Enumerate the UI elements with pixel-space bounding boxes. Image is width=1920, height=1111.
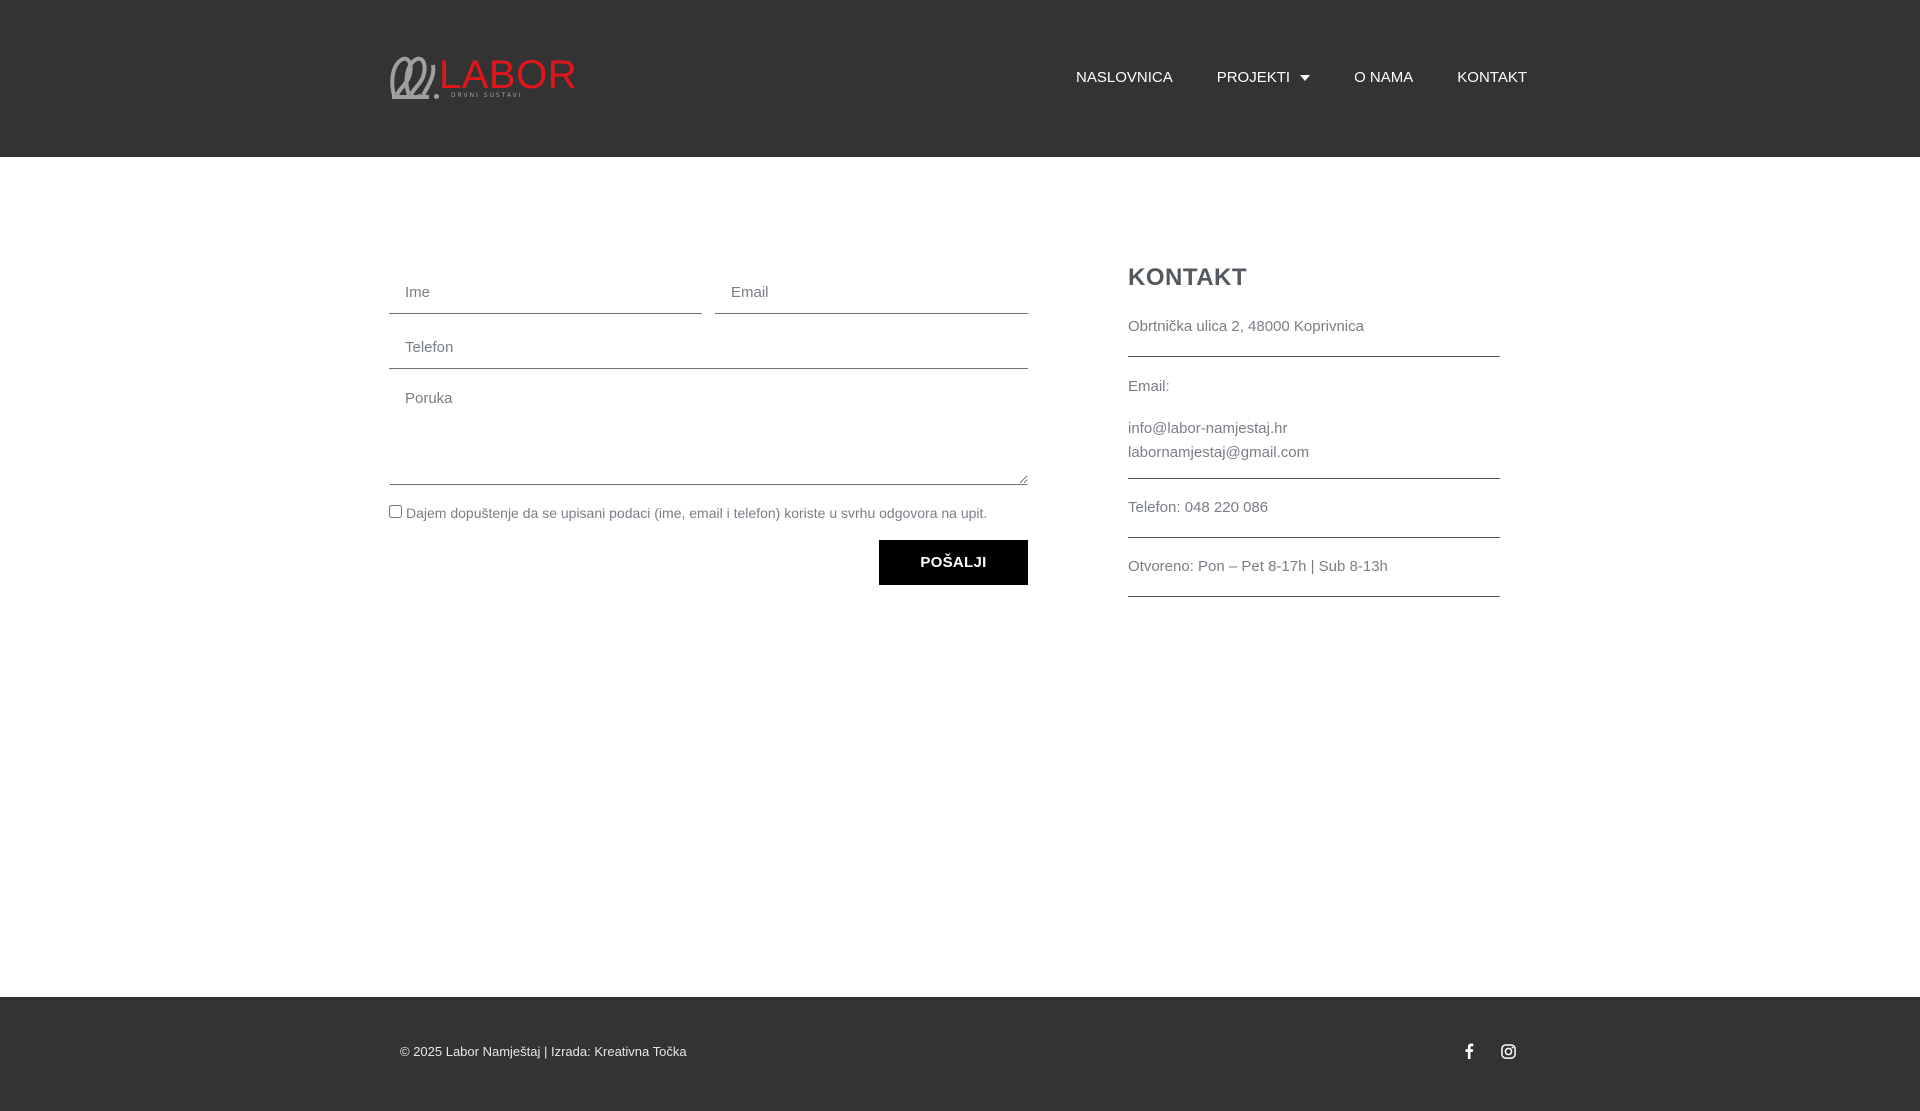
- contact-email-label: Email:: [1128, 378, 1170, 395]
- contact-address: Obrtnička ulica 2, 48000 Koprivnica: [1128, 318, 1500, 357]
- site-footer: © 2025 Labor Namještaj | Izrada: Kreativ…: [0, 997, 1920, 1111]
- submit-button[interactable]: POŠALJI: [879, 540, 1028, 585]
- message-textarea[interactable]: [389, 382, 1028, 485]
- nav-projekti[interactable]: PROJEKTI: [1216, 62, 1311, 94]
- contact-title: KONTAKT: [1128, 264, 1248, 291]
- logo-dots: [417, 94, 439, 99]
- nav-kontakt[interactable]: KONTAKT: [1457, 62, 1527, 94]
- consent-label: Dajem dopuštenje da se upisani podaci (i…: [406, 505, 988, 521]
- instagram-icon: [1500, 1043, 1516, 1059]
- consent-checkbox[interactable]: [389, 505, 402, 518]
- contact-emails: info@labor-namjestaj.hr labornamjestaj@g…: [1128, 417, 1500, 479]
- footer-copyright: © 2025 Labor Namještaj | Izrada: Kreativ…: [400, 1044, 687, 1059]
- contact-phone: Telefon: 048 220 086: [1128, 499, 1500, 538]
- nav-naslovnica[interactable]: NASLOVNICA: [1076, 62, 1173, 94]
- logo-text: LABOR DRVNI SUSTAVI: [417, 53, 577, 101]
- phone-input[interactable]: [389, 327, 1028, 369]
- caret-down-icon: [1300, 75, 1311, 81]
- name-input[interactable]: [389, 272, 702, 314]
- email-link-info[interactable]: info@labor-namjestaj.hr: [1128, 417, 1500, 441]
- email-link-gmail[interactable]: labornamjestaj@gmail.com: [1128, 441, 1500, 465]
- logo-link[interactable]: LABOR DRVNI SUSTAVI: [389, 53, 577, 101]
- logo-subtitle: DRVNI SUSTAVI: [451, 92, 523, 99]
- site-header: LABOR DRVNI SUSTAVI NASLOVNICA PROJEKTI …: [0, 0, 1920, 157]
- contact-hours: Otvoreno: Pon – Pet 8-17h | Sub 8-13h: [1128, 558, 1500, 597]
- main-nav: NASLOVNICA PROJEKTI O NAMA KONTAKT: [1076, 62, 1527, 94]
- facebook-icon: [1465, 1043, 1474, 1059]
- email-input[interactable]: [715, 272, 1028, 314]
- logo-wordmark: LABOR: [439, 53, 578, 97]
- nav-projekti-label: PROJEKTI: [1216, 69, 1291, 86]
- nav-o-nama[interactable]: O NAMA: [1354, 62, 1413, 94]
- consent-row: Dajem dopuštenje da se upisani podaci (i…: [389, 503, 987, 523]
- facebook-link[interactable]: [1459, 1041, 1479, 1061]
- instagram-link[interactable]: [1498, 1041, 1518, 1061]
